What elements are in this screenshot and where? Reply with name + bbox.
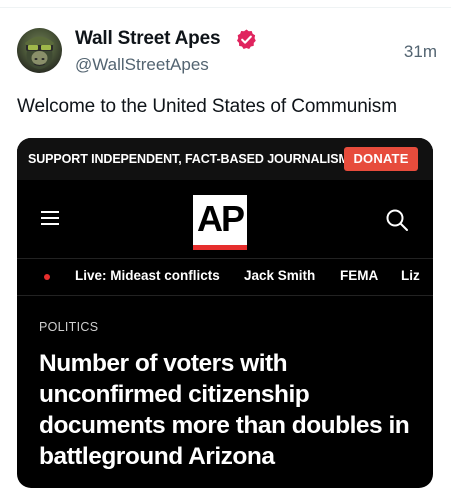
- ape-avatar-icon: [25, 36, 54, 69]
- ap-logo[interactable]: AP: [193, 195, 247, 250]
- media-card[interactable]: SUPPORT INDEPENDENT, FACT-BASED JOURNALI…: [17, 138, 433, 488]
- site-nav: AP: [17, 180, 433, 258]
- donate-button[interactable]: DONATE: [344, 147, 418, 171]
- ap-logo-text: AP: [196, 198, 245, 239]
- menu-icon[interactable]: [41, 211, 59, 225]
- avatar[interactable]: [17, 28, 62, 73]
- article-headline[interactable]: Number of voters with unconfirmed citize…: [39, 348, 419, 472]
- divider: [17, 295, 433, 296]
- timestamp[interactable]: 31m: [404, 42, 437, 62]
- support-text: SUPPORT INDEPENDENT, FACT-BASED JOURNALI…: [28, 152, 353, 166]
- topic-link[interactable]: Liz: [401, 268, 420, 283]
- post-header: Wall Street Apes @WallStreetApes 31m: [17, 28, 437, 78]
- search-icon[interactable]: [385, 208, 409, 232]
- ap-logo-bar: [193, 245, 247, 250]
- post-text: Welcome to the United States of Communis…: [17, 96, 397, 117]
- support-banner: SUPPORT INDEPENDENT, FACT-BASED JOURNALI…: [17, 138, 433, 180]
- user-handle[interactable]: @WallStreetApes: [75, 55, 209, 75]
- topic-link[interactable]: Jack Smith: [244, 268, 315, 283]
- verified-badge-icon: [237, 29, 256, 49]
- topic-link[interactable]: Live: Mideast conflicts: [75, 268, 220, 283]
- section-label[interactable]: POLITICS: [39, 320, 98, 334]
- topic-link[interactable]: FEMA: [340, 268, 378, 283]
- top-divider: [0, 7, 451, 8]
- topics-bar: Live: Mideast conflicts Jack Smith FEMA …: [17, 259, 433, 295]
- live-dot-icon: [44, 274, 50, 280]
- display-name[interactable]: Wall Street Apes: [75, 28, 221, 50]
